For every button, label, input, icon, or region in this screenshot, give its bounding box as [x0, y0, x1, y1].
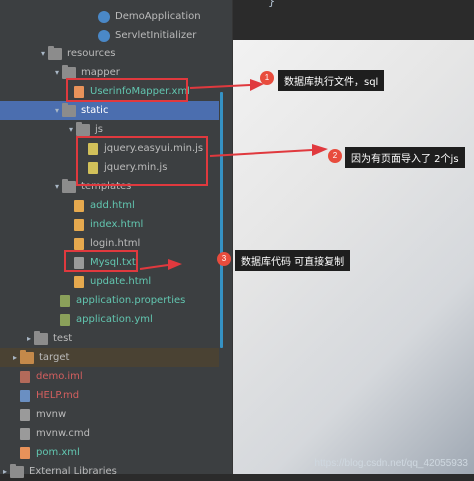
- annotation-note-1: 数据库执行文件，sql: [278, 70, 385, 91]
- html-file-icon: [74, 218, 84, 231]
- tree-item-demoapplication[interactable]: DemoApplication: [0, 7, 219, 26]
- tree-item-label: External Libraries: [29, 466, 117, 477]
- tree-item-index-html[interactable]: index.html: [0, 215, 219, 234]
- tree-item-update-html[interactable]: update.html: [0, 272, 219, 291]
- html-file-icon: [74, 275, 84, 288]
- file-icon: [20, 427, 30, 440]
- tree-item-mvnw[interactable]: mvnw: [0, 405, 219, 424]
- tree-item-label: add.html: [90, 200, 135, 211]
- folder-icon: [20, 349, 34, 364]
- tree-item-label: mapper: [81, 67, 120, 78]
- chevron-down-icon[interactable]: ▾: [52, 68, 62, 77]
- tree-item-label: application.yml: [76, 314, 153, 325]
- project-tree-panel: DemoApplication ServletInitializer ▾ res…: [0, 0, 232, 478]
- tree-item-label: application.properties: [76, 295, 186, 306]
- tree-item-mvnw-cmd[interactable]: mvnw.cmd: [0, 424, 219, 443]
- tree-item-label: DemoApplication: [115, 11, 201, 22]
- tree-item-test[interactable]: ▸ test: [0, 329, 219, 348]
- folder-icon: [34, 330, 48, 345]
- folder-icon: [62, 178, 76, 193]
- tree-item-label: mvnw: [36, 409, 67, 420]
- highlight-box-js-files: [76, 136, 208, 186]
- editor-gutter: [232, 0, 233, 474]
- callout-arrow-1: [189, 79, 264, 91]
- file-icon: [20, 408, 30, 421]
- html-file-icon: [74, 237, 84, 250]
- tree-item-label: js: [95, 124, 103, 135]
- callout-arrow-2: [209, 144, 328, 157]
- tree-item-label: target: [39, 352, 70, 363]
- tree-item-application-properties[interactable]: application.properties: [0, 291, 219, 310]
- watermark: https://blog.csdn.net/qq_42055933: [314, 458, 468, 469]
- html-file-icon: [74, 199, 84, 212]
- chevron-down-icon[interactable]: ▾: [52, 182, 62, 191]
- markdown-file-icon: [20, 389, 30, 402]
- tree-item-label: static: [81, 105, 109, 116]
- tree-item-pom-xml[interactable]: pom.xml: [0, 443, 219, 462]
- tree-item-label: test: [53, 333, 73, 344]
- tree-item-label: index.html: [90, 219, 144, 230]
- tree-item-demo-iml[interactable]: demo.iml: [0, 367, 219, 386]
- folder-icon: [76, 121, 90, 136]
- tree-item-label: update.html: [90, 276, 152, 287]
- chevron-down-icon[interactable]: ▾: [38, 49, 48, 58]
- chevron-down-icon[interactable]: ▾: [66, 125, 76, 134]
- annotation-note-3: 数据库代码 可直接复制: [235, 250, 351, 271]
- tree-item-resources[interactable]: ▾ resources: [0, 44, 219, 63]
- tree-item-label: login.html: [90, 238, 141, 249]
- tree-item-label: resources: [67, 48, 116, 59]
- annotation-badge-3: 3: [217, 252, 231, 266]
- tree-item-static[interactable]: ▾ static: [0, 101, 219, 120]
- tree-item-target[interactable]: ▸ target: [0, 348, 219, 367]
- annotation-badge-2: 2: [328, 149, 342, 163]
- tree-item-label: demo.iml: [36, 371, 83, 382]
- highlight-box-mysql-txt: [64, 250, 138, 272]
- class-icon: [98, 29, 110, 42]
- class-icon: [98, 10, 110, 23]
- tree-item-help-md[interactable]: HELP.md: [0, 386, 219, 405]
- maven-file-icon: [20, 446, 30, 459]
- tree-item-label: ServletInitializer: [115, 30, 197, 41]
- tree-item-label: pom.xml: [36, 447, 80, 458]
- tree-item-label: HELP.md: [36, 390, 80, 401]
- folder-icon: [62, 102, 76, 117]
- chevron-right-icon[interactable]: ▸: [0, 467, 10, 476]
- folder-icon: [62, 64, 76, 79]
- highlight-box-mapper-xml: [66, 78, 188, 102]
- tree-item-external-libraries[interactable]: ▸ External Libraries: [0, 462, 219, 481]
- yml-file-icon: [60, 313, 70, 326]
- tree-item-add-html[interactable]: add.html: [0, 196, 219, 215]
- tree-item-servletinitializer[interactable]: ServletInitializer: [0, 26, 219, 45]
- library-icon: [10, 463, 24, 478]
- chevron-down-icon[interactable]: ▾: [52, 106, 62, 115]
- annotation-badge-1: 1: [260, 71, 274, 85]
- properties-file-icon: [60, 294, 70, 307]
- chevron-right-icon[interactable]: ▸: [10, 353, 20, 362]
- callout-arrow-3: [139, 259, 182, 270]
- iml-file-icon: [20, 370, 30, 383]
- chevron-right-icon[interactable]: ▸: [24, 334, 34, 343]
- annotation-note-2: 因为有页面导入了 2个js: [345, 147, 465, 168]
- tree-item-application-yml[interactable]: application.yml: [0, 310, 219, 329]
- folder-icon: [48, 45, 62, 60]
- code-brace: }: [268, 0, 276, 8]
- scrollbar-thumb[interactable]: [220, 92, 223, 348]
- tree-item-label: mvnw.cmd: [36, 428, 91, 439]
